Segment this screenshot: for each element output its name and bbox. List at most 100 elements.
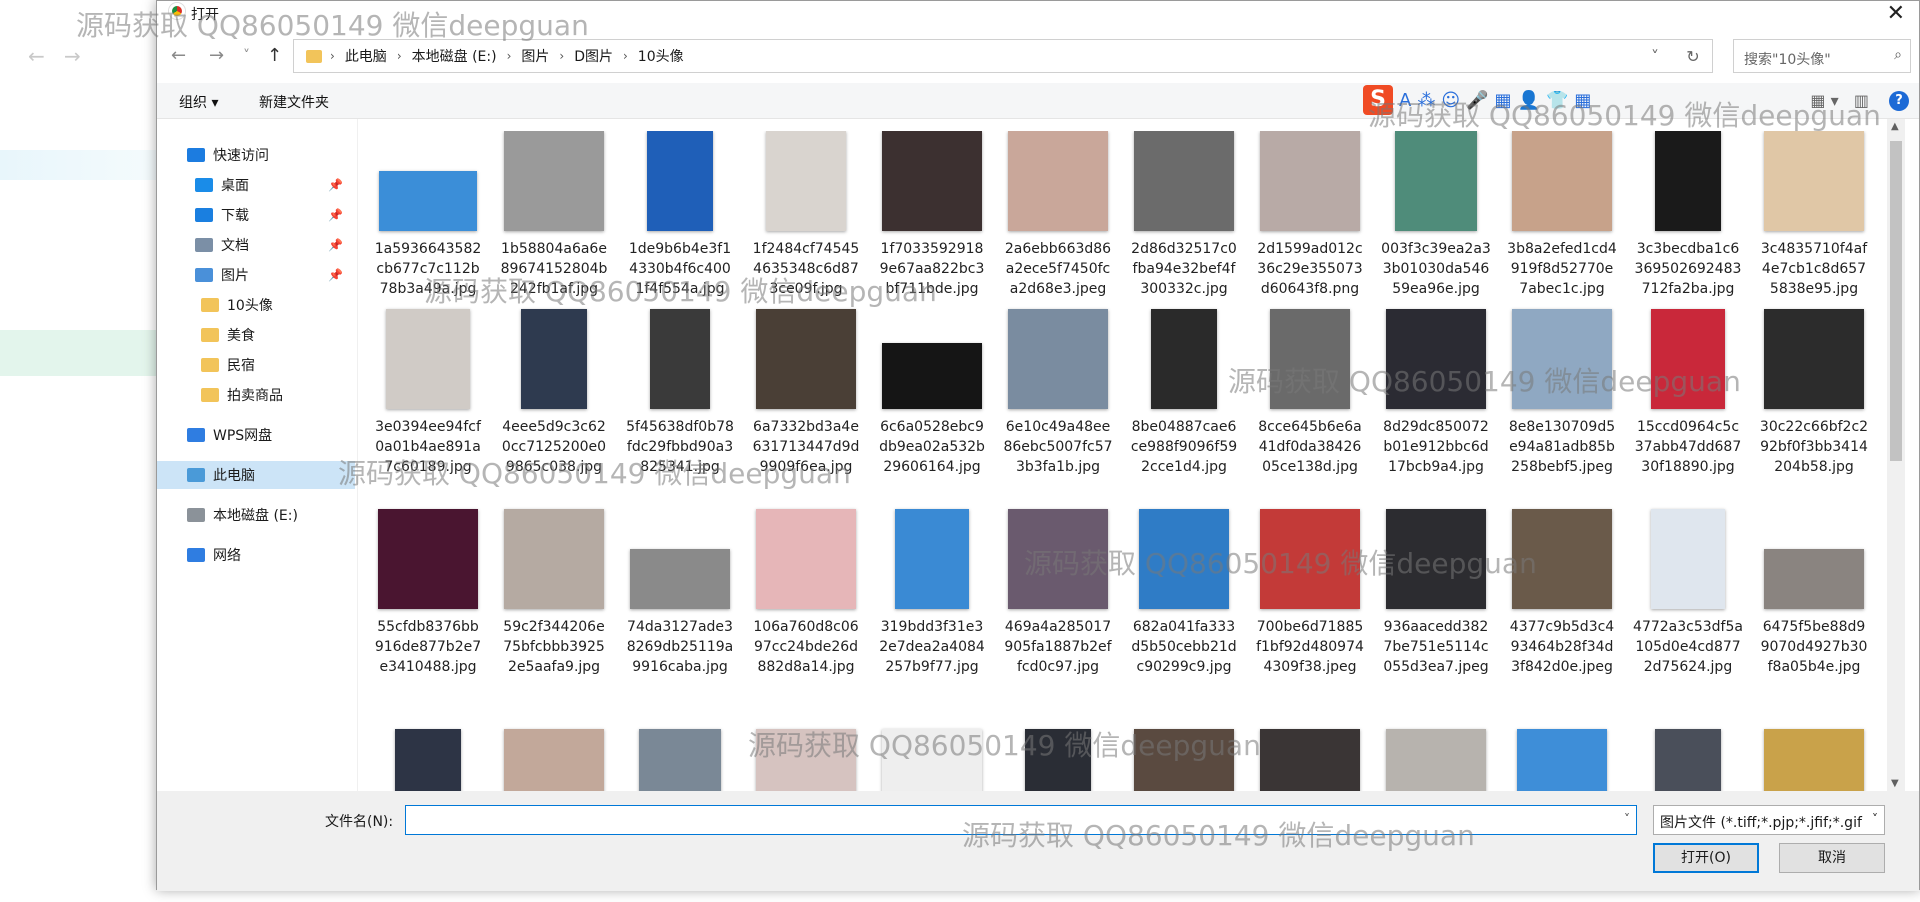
file-item[interactable]: [877, 709, 987, 791]
file-item[interactable]: 74da3127ade38269db25119a9916caba.jpg: [625, 509, 735, 677]
breadcrumb-10-avatars[interactable]: 10头像: [638, 46, 684, 66]
file-item[interactable]: 3c3becdba1c6369502692483712fa2ba.jpg: [1633, 131, 1743, 299]
file-item[interactable]: 700be6d71885f1bf92d4809744309f38.jpeg: [1255, 509, 1365, 677]
file-item[interactable]: [625, 709, 735, 791]
vertical-scrollbar[interactable]: ▲ ▼: [1887, 119, 1905, 791]
sidebar-item-6[interactable]: 美食: [157, 321, 355, 349]
refresh-button[interactable]: ↻: [1674, 47, 1712, 66]
file-item[interactable]: [1507, 709, 1617, 791]
ime-voice-icon[interactable]: 🎤: [1466, 90, 1488, 111]
image-preview: [756, 729, 856, 791]
file-item[interactable]: 6475f5be88d99070d4927b30f8a05b4e.jpg: [1759, 509, 1869, 677]
up-button[interactable]: ↑: [267, 45, 282, 66]
file-item[interactable]: [373, 709, 483, 791]
sogou-ime-icon[interactable]: S: [1363, 85, 1393, 115]
file-item[interactable]: 8d29dc850072b01e912bbc6d17bcb9a4.jpg: [1381, 309, 1491, 477]
organize-menu[interactable]: 组织 ▾: [179, 92, 218, 112]
chevron-down-icon[interactable]: ˅: [1624, 812, 1630, 826]
file-item[interactable]: [499, 709, 609, 791]
cancel-button[interactable]: 取消: [1779, 843, 1885, 873]
ime-keyboard-icon[interactable]: ▦: [1495, 90, 1512, 111]
file-item[interactable]: 106a760d8c0697cc24bde26d882d8a14.jpg: [751, 509, 861, 677]
file-item[interactable]: [1003, 709, 1113, 791]
file-item[interactable]: [751, 709, 861, 791]
address-bar[interactable]: › 此电脑 › 本地磁盘 (E:) › 图片 › D图片 › 10头像 ˅ ↻: [293, 39, 1713, 73]
sidebar-item-8[interactable]: 拍卖商品: [157, 381, 355, 409]
scroll-down-icon[interactable]: ▼: [1891, 778, 1899, 789]
file-item[interactable]: 936aacedd3827be751e5114c055d3ea7.jpeg: [1381, 509, 1491, 677]
sidebar-item-3[interactable]: 文档 📌: [157, 231, 355, 259]
file-item[interactable]: 5f45638df0b78fdc29fbbd90a3825341.jpg: [625, 309, 735, 477]
sidebar-item-11[interactable]: 本地磁盘 (E:): [157, 501, 355, 529]
file-item[interactable]: 3e0394ee94fcf0a01b4ae891a7c60189.jpg: [373, 309, 483, 477]
file-item[interactable]: 1de9b6b4e3f14330b4f6c4001f4f554a.jpg: [625, 131, 735, 299]
file-item[interactable]: 6e10c49a48ee86ebc5007fc573b3fa1b.jpg: [1003, 309, 1113, 477]
ime-tools-icon[interactable]: ▦: [1574, 90, 1591, 111]
ime-emoji-icon[interactable]: ☺: [1441, 90, 1460, 111]
file-thumbnail: [756, 131, 856, 231]
scroll-up-icon[interactable]: ▲: [1891, 121, 1899, 132]
file-item[interactable]: 59c2f344206e75bfcbbb39252e5aafa9.jpg: [499, 509, 609, 677]
file-item[interactable]: 1f70335929189e67aa822bc3bf711bde.jpg: [877, 131, 987, 299]
breadcrumb-pictures[interactable]: 图片: [521, 46, 549, 66]
file-item[interactable]: 2d86d32517c0fba94e32bef4f300332c.jpg: [1129, 131, 1239, 299]
breadcrumb-this-pc[interactable]: 此电脑: [345, 46, 387, 66]
view-options-icon[interactable]: ▦ ▾ ▥: [1810, 91, 1869, 110]
sidebar-item-1[interactable]: 桌面 📌: [157, 171, 355, 199]
file-item[interactable]: [1129, 709, 1239, 791]
file-item[interactable]: 8cce645b6e6a41df0da3842605ce138d.jpg: [1255, 309, 1365, 477]
file-item[interactable]: 8e8e130709d5e94a81adb85b258bebf5.jpeg: [1507, 309, 1617, 477]
sidebar-item-10[interactable]: 此电脑: [157, 461, 355, 489]
pane-divider[interactable]: [357, 119, 358, 791]
file-item[interactable]: 3b8a2efed1cd4919f8d52770e7abec1c.jpg: [1507, 131, 1617, 299]
ime-skin-icon[interactable]: 👕: [1546, 90, 1568, 111]
close-button[interactable]: ✕: [1887, 1, 1905, 26]
open-button[interactable]: 打开(O): [1653, 843, 1759, 873]
filename-input[interactable]: ˅: [405, 805, 1637, 835]
file-item[interactable]: 469a4a285017905fa1887b2effcd0c97.jpg: [1003, 509, 1113, 677]
search-input[interactable]: 搜索"10头像" ⌕: [1733, 39, 1911, 73]
forward-button[interactable]: →: [209, 45, 224, 66]
sidebar-item-2[interactable]: 下载 📌: [157, 201, 355, 229]
file-item[interactable]: 6c6a0528ebc9db9ea02a532b29606164.jpg: [877, 309, 987, 477]
file-item[interactable]: 55cfdb8376bb916de877b2e7e3410488.jpg: [373, 509, 483, 677]
ime-punct-icon[interactable]: ⁂: [1417, 90, 1435, 111]
file-item[interactable]: 15ccd0964c5c37abb47dd68730f18890.jpg: [1633, 309, 1743, 477]
recent-locations-button[interactable]: ˅: [243, 48, 250, 64]
ime-mode-icon[interactable]: A: [1399, 90, 1411, 111]
file-item[interactable]: 4377c9b5d3c493464b28f34d3f842d0e.jpeg: [1507, 509, 1617, 677]
file-item[interactable]: 4772a3c53df5a105d0e4cd8772d75624.jpg: [1633, 509, 1743, 677]
address-dropdown-icon[interactable]: ˅: [1636, 47, 1674, 66]
file-item[interactable]: [1255, 709, 1365, 791]
sidebar-item-9[interactable]: WPS网盘: [157, 421, 355, 449]
new-folder-button[interactable]: 新建文件夹: [259, 92, 329, 112]
file-item[interactable]: 1b58804a6a6e89674152804b242fb1af.jpg: [499, 131, 609, 299]
file-item[interactable]: 4eee5d9c3c620cc7125200e09865c038.jpg: [499, 309, 609, 477]
file-item[interactable]: 6a7332bd3a4e631713447d9d9909f6ea.jpg: [751, 309, 861, 477]
back-button[interactable]: ←: [171, 45, 186, 66]
sidebar-item-7[interactable]: 民宿: [157, 351, 355, 379]
file-item[interactable]: 2a6ebb663d86a2ece5f7450fca2d68e3.jpeg: [1003, 131, 1113, 299]
breadcrumb-d-pictures[interactable]: D图片: [574, 46, 613, 66]
file-item[interactable]: [1759, 709, 1869, 791]
file-item[interactable]: 8be04887cae6ce988f9096f592cce1d4.jpg: [1129, 309, 1239, 477]
file-item[interactable]: 2d1599ad012c36c29e355073d60643f8.png: [1255, 131, 1365, 299]
file-item[interactable]: 30c22c66bf2c292bf0f3bb3414204b58.jpg: [1759, 309, 1869, 477]
file-item[interactable]: 3c4835710f4af4e7cb1c8d6575838e95.jpg: [1759, 131, 1869, 299]
file-item[interactable]: 1a5936643582cb677c7c112b78b3a49a.jpg: [373, 131, 483, 299]
file-item[interactable]: [1633, 709, 1743, 791]
ime-user-icon[interactable]: 👤: [1518, 90, 1540, 111]
sidebar-item-4[interactable]: 图片 📌: [157, 261, 355, 289]
file-item[interactable]: 682a041fa333d5b50cebb21dc90299c9.jpg: [1129, 509, 1239, 677]
help-icon[interactable]: ?: [1889, 91, 1909, 111]
file-item[interactable]: 003f3c39ea2a33b01030da54659ea96e.jpg: [1381, 131, 1491, 299]
sidebar-item-12[interactable]: 网络: [157, 541, 355, 569]
scrollbar-thumb[interactable]: [1890, 141, 1902, 461]
breadcrumb-drive-e[interactable]: 本地磁盘 (E:): [412, 46, 497, 66]
file-item[interactable]: 1f2484cf745454635348c6d873ce09f.jpg: [751, 131, 861, 299]
file-type-select[interactable]: 图片文件 (*.tiff;*.pjp;*.jfif;*.gif ˅: [1653, 805, 1885, 835]
sidebar-item-5[interactable]: 10头像: [157, 291, 355, 319]
file-item[interactable]: 319bdd3f31e32e7dea2a4084257b9f77.jpg: [877, 509, 987, 677]
sidebar-item-0[interactable]: 快速访问: [157, 141, 355, 169]
file-item[interactable]: [1381, 709, 1491, 791]
